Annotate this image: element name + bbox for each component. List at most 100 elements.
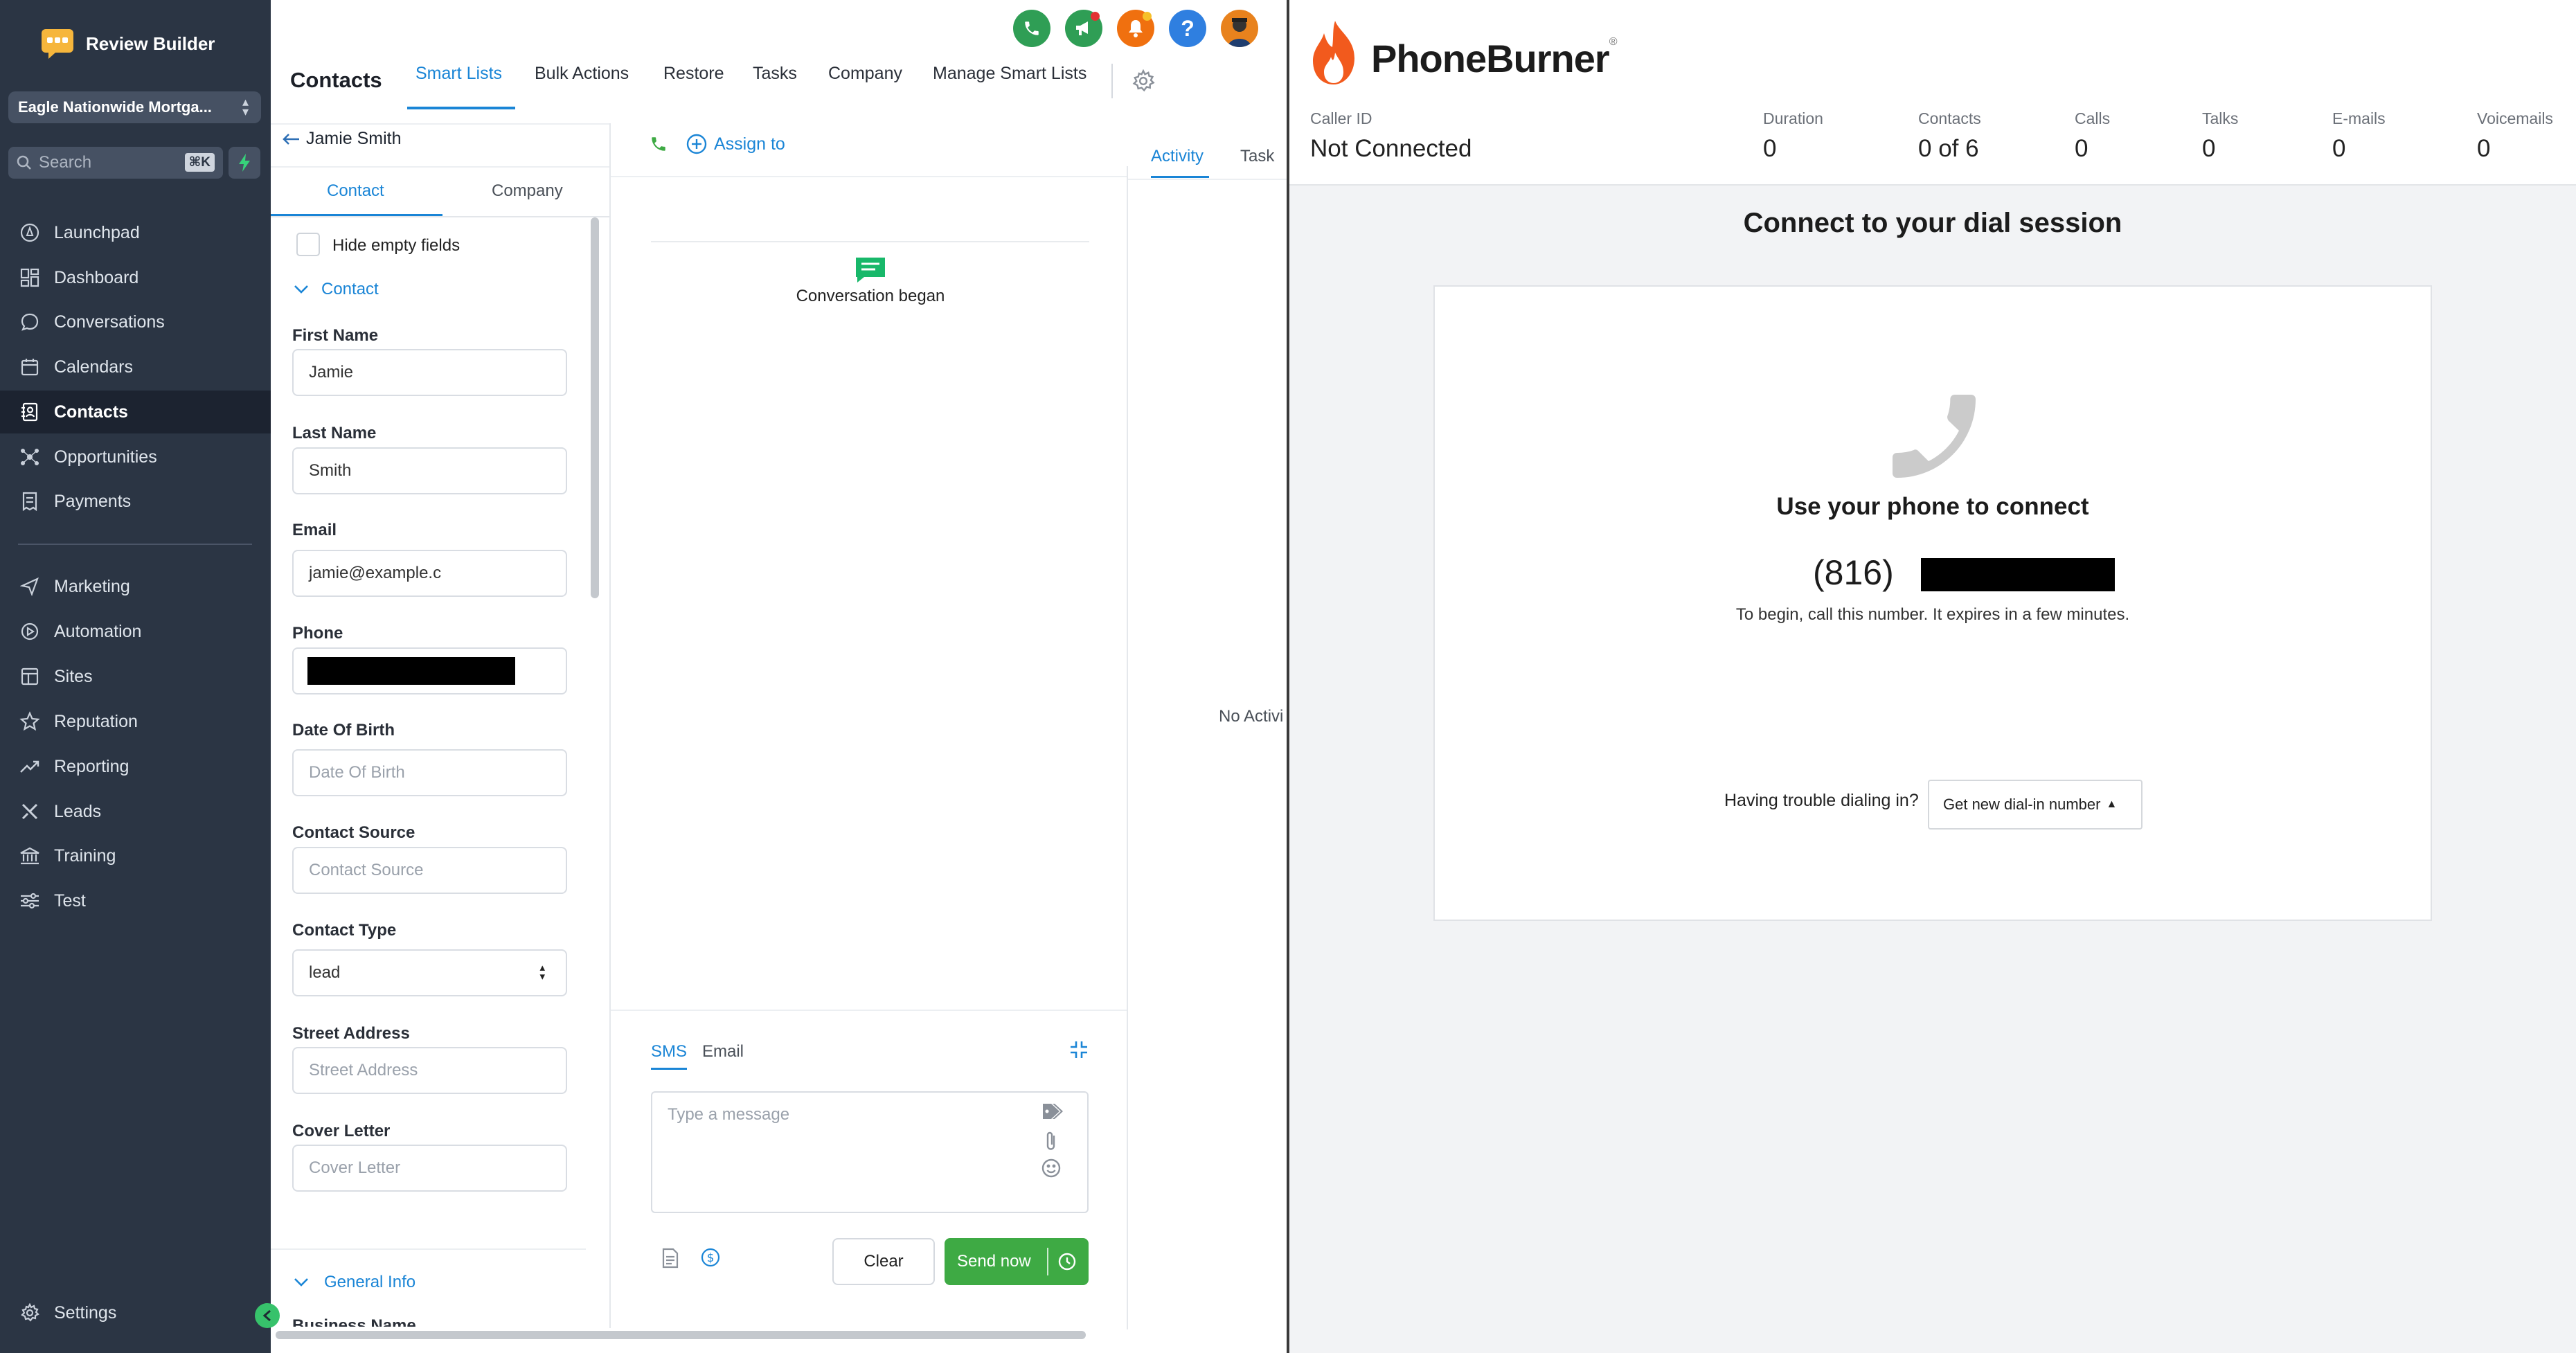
divider (271, 1248, 586, 1250)
contact-type-select[interactable]: lead ▴ ▾ (292, 949, 567, 996)
last-name-field[interactable]: Smith (292, 447, 567, 494)
general-info-toggle[interactable]: General Info (294, 1273, 415, 1292)
sidebar-divider (18, 544, 252, 545)
brand-name: Review Builder (86, 33, 215, 54)
hide-empty-checkbox[interactable] (296, 233, 320, 256)
call-button[interactable] (650, 135, 668, 153)
sidebar-item-label: Sites (54, 666, 93, 686)
sidebar-item-settings[interactable]: Settings (0, 1291, 271, 1334)
sidebar-item-conversations[interactable]: Conversations (0, 301, 271, 343)
send-now-button[interactable]: Send now (945, 1238, 1089, 1285)
sidebar-item-launchpad[interactable]: Launchpad (0, 211, 271, 254)
sidebar-item-reputation[interactable]: Reputation (0, 700, 271, 743)
tab-activity[interactable]: Activity (1151, 147, 1204, 166)
bank-icon (18, 844, 42, 868)
notifications-button[interactable] (1117, 10, 1154, 47)
sidebar-item-reporting[interactable]: Reporting (0, 745, 271, 788)
message-input[interactable]: Type a message (651, 1091, 1089, 1213)
stat-label-voicemails: Voicemails (2477, 109, 2553, 127)
search-input[interactable]: Search ⌘K (8, 147, 223, 179)
tab-company-details[interactable]: Company (492, 181, 563, 201)
contact-section-toggle[interactable]: Contact (294, 280, 379, 299)
notification-dot (1143, 12, 1152, 21)
stat-value-contacts: 0 of 6 (1918, 135, 1979, 162)
panel-divider (1127, 166, 1128, 1329)
tab-contact[interactable]: Contact (327, 181, 384, 201)
compose-tab-email[interactable]: Email (702, 1042, 744, 1061)
stat-label-emails: E-mails (2332, 109, 2386, 127)
updown-chevron-icon: ▴ ▾ (242, 95, 249, 118)
dob-field[interactable]: Date Of Birth (292, 749, 567, 796)
sidebar-item-sites[interactable]: Sites (0, 655, 271, 698)
phone-handset-icon (1875, 381, 1993, 492)
stat-label-talks: Talks (2202, 109, 2239, 127)
sidebar-item-label: Opportunities (54, 447, 157, 467)
schedule-clock-icon[interactable] (1057, 1252, 1077, 1271)
sidebar-item-test[interactable]: Test (0, 879, 271, 922)
template-icon[interactable] (661, 1248, 679, 1269)
account-switcher[interactable]: Eagle Nationwide Mortga... ▴ ▾ (8, 91, 261, 123)
redacted-block (307, 657, 515, 685)
pb-logo-text: PhoneBurner® (1371, 36, 1617, 80)
tag-icon[interactable] (1041, 1102, 1064, 1120)
phone-dialer-button[interactable] (1013, 10, 1050, 47)
stat-label-contacts: Contacts (1918, 109, 1981, 127)
sidebar-item-opportunities[interactable]: Opportunities (0, 436, 271, 478)
dial-in-area-code: (816) (1813, 553, 1894, 592)
sidebar-item-calendars[interactable]: Calendars (0, 346, 271, 388)
sidebar-item-contacts[interactable]: Contacts (0, 391, 271, 433)
emoji-icon[interactable] (1041, 1158, 1062, 1179)
cover-letter-field[interactable]: Cover Letter (292, 1145, 567, 1192)
get-new-number-button[interactable]: Get new dial-in number ▲ (1928, 780, 2143, 830)
assign-to-button[interactable]: Assign to (686, 134, 785, 154)
collapse-sidebar-button[interactable] (255, 1303, 280, 1328)
smart-list-settings-icon[interactable] (1132, 69, 1155, 93)
collapse-composer-icon[interactable] (1069, 1040, 1089, 1059)
form-scrollbar[interactable] (591, 217, 599, 598)
stat-value-voicemails: 0 (2477, 135, 2491, 162)
tab-manage-smart-lists[interactable]: Manage Smart Lists (933, 64, 1086, 84)
phone-field[interactable] (292, 647, 567, 695)
stat-value-calls: 0 (2075, 135, 2088, 162)
first-name-field[interactable]: Jamie (292, 349, 567, 396)
rocket-icon (18, 221, 42, 244)
sidebar-item-training[interactable]: Training (0, 834, 271, 877)
hide-empty-label: Hide empty fields (332, 236, 460, 255)
quick-action-button[interactable] (229, 147, 260, 179)
sidebar-item-payments[interactable]: Payments (0, 480, 271, 523)
button-divider (1047, 1248, 1048, 1275)
sidebar-item-marketing[interactable]: Marketing (0, 565, 271, 608)
email-field[interactable]: jamie@example.c (292, 550, 567, 597)
tab-bulk-actions[interactable]: Bulk Actions (535, 64, 629, 84)
help-button[interactable]: ? (1169, 10, 1206, 47)
tab-task[interactable]: Task (1240, 147, 1274, 166)
clear-button[interactable]: Clear (832, 1238, 935, 1285)
horizontal-scrollbar[interactable] (276, 1331, 1086, 1339)
sidebar-item-automation[interactable]: Automation (0, 610, 271, 653)
pb-logo-word: PhoneBurner (1371, 37, 1610, 80)
sidebar-item-dashboard[interactable]: Dashboard (0, 256, 271, 299)
chevron-left-icon (262, 1309, 271, 1322)
tab-company[interactable]: Company (828, 64, 902, 84)
tab-restore[interactable]: Restore (663, 64, 724, 84)
attachment-icon[interactable] (1044, 1130, 1058, 1152)
payment-link-icon[interactable]: $ (700, 1247, 721, 1268)
sidebar-item-label: Reputation (54, 711, 138, 731)
street-address-field[interactable]: Street Address (292, 1047, 567, 1094)
tab-tasks[interactable]: Tasks (753, 64, 797, 84)
contact-source-field[interactable]: Contact Source (292, 847, 567, 894)
arrow-left-icon (283, 133, 299, 145)
back-button[interactable]: Jamie Smith (281, 129, 402, 149)
chevron-down-icon (294, 285, 308, 294)
tab-smart-lists[interactable]: Smart Lists (415, 64, 502, 84)
contact-type-value: lead (309, 963, 341, 982)
user-avatar[interactable] (1221, 10, 1258, 47)
sidebar-item-label: Launchpad (54, 222, 140, 242)
sidebar-item-leads[interactable]: Leads (0, 790, 271, 833)
sidebar-item-label: Contacts (54, 402, 128, 422)
compose-tab-sms[interactable]: SMS (651, 1042, 687, 1061)
stat-value-emails: 0 (2332, 135, 2346, 162)
notification-dot (1091, 12, 1100, 21)
announcements-button[interactable] (1065, 10, 1102, 47)
contact-type-label: Contact Type (292, 921, 397, 940)
